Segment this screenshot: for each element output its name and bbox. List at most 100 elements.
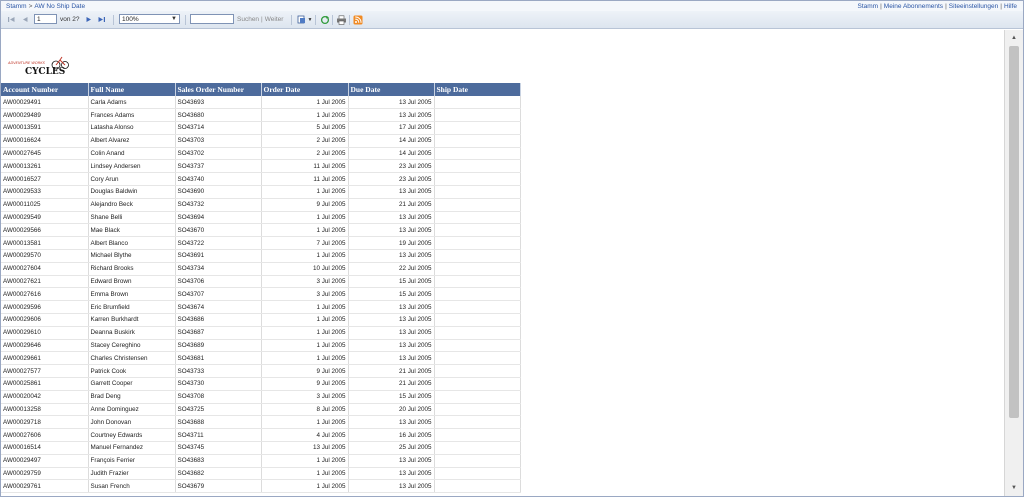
- full-name-cell: Emma Brown: [88, 287, 176, 302]
- sales-order-number-cell: SO43690: [175, 185, 262, 199]
- order-date-cell: 1 Jul 2005: [261, 326, 349, 340]
- refresh-icon[interactable]: [319, 14, 330, 25]
- full-name-cell: Courtney Edwards: [88, 428, 176, 443]
- column-header-sales-order-number[interactable]: Sales Order Number: [175, 83, 262, 96]
- top-link-subscriptions[interactable]: Meine Abonnements: [884, 3, 943, 10]
- column-header-due-date[interactable]: Due Date: [348, 83, 435, 96]
- ship-date-cell: [434, 96, 521, 110]
- order-date-cell: 2 Jul 2005: [261, 134, 349, 148]
- order-date-cell: 10 Jul 2005: [261, 262, 349, 276]
- order-date-cell: 1 Jul 2005: [261, 351, 349, 366]
- vertical-scrollbar[interactable]: ▲ ▼: [1004, 30, 1023, 496]
- order-date-cell: 11 Jul 2005: [261, 172, 349, 187]
- scrollbar-thumb[interactable]: [1009, 46, 1019, 418]
- ship-date-cell: [434, 326, 521, 340]
- column-header-account-number[interactable]: Account Number: [1, 83, 89, 96]
- table-row: AW00027606 Courtney Edwards SO43711 4 Jul 2…: [1, 428, 521, 443]
- ship-date-cell: [434, 454, 521, 468]
- sales-order-number-cell: SO43714: [175, 121, 262, 135]
- table-row: AW00029606 Karren Burkhardt SO43686 1 Jul 2…: [1, 313, 521, 327]
- table-row: AW00016514 Manuel Fernandez SO43745 13 Jul …: [1, 441, 521, 455]
- previous-page-icon[interactable]: [21, 15, 30, 24]
- ship-date-cell: [434, 287, 521, 302]
- table-row: AW00013581 Albert Blanco SO43722 7 Jul 2005…: [1, 236, 521, 251]
- order-date-cell: 13 Jul 2005: [261, 441, 349, 455]
- zoom-select[interactable]: 100% ▼: [119, 14, 180, 24]
- sales-order-number-cell: SO43682: [175, 467, 262, 481]
- sales-order-number-cell: SO43732: [175, 198, 262, 212]
- table-row: AW00013261 Lindsey Andersen SO43737 11 Jul …: [1, 159, 521, 174]
- due-date-cell: 13 Jul 2005: [348, 249, 435, 263]
- full-name-cell: Deanna Buskirk: [88, 326, 176, 340]
- due-date-cell: 13 Jul 2005: [348, 479, 435, 494]
- breadcrumb-root-link[interactable]: Stamm: [6, 3, 27, 10]
- top-link-home[interactable]: Stamm: [858, 3, 879, 10]
- page-number-input[interactable]: 1: [34, 14, 57, 24]
- column-header-full-name[interactable]: Full Name: [88, 83, 176, 96]
- column-header-order-date[interactable]: Order Date: [261, 83, 349, 96]
- full-name-cell: Eric Brumfield: [88, 300, 176, 315]
- full-name-cell: Mae Black: [88, 223, 176, 238]
- ship-date-cell: [434, 172, 521, 187]
- top-link-divider: |: [1000, 3, 1002, 10]
- ship-date-cell: [434, 185, 521, 199]
- order-date-cell: 3 Jul 2005: [261, 287, 349, 302]
- account-number-cell: AW00029596: [1, 300, 89, 315]
- table-row: AW00016527 Cory Arun SO43740 11 Jul 2005 23 …: [1, 172, 521, 187]
- sales-order-number-cell: SO43733: [175, 364, 262, 379]
- find-link[interactable]: Suchen: [237, 16, 259, 23]
- table-row: AW00029610 Deanna Buskirk SO43687 1 Jul 200…: [1, 326, 521, 340]
- full-name-cell: Karren Burkhardt: [88, 313, 176, 327]
- sales-order-number-cell: SO43706: [175, 275, 262, 289]
- top-link-site-settings[interactable]: Siteeinstellungen: [949, 3, 999, 10]
- sales-order-number-cell: SO43680: [175, 108, 262, 123]
- print-icon[interactable]: [336, 14, 347, 25]
- top-link-divider: |: [880, 3, 882, 10]
- due-date-cell: 13 Jul 2005: [348, 300, 435, 315]
- order-date-cell: 9 Jul 2005: [261, 198, 349, 212]
- sales-order-number-cell: SO43687: [175, 326, 262, 340]
- due-date-cell: 16 Jul 2005: [348, 428, 435, 443]
- page-count-label: von 2?: [60, 16, 80, 23]
- find-next-link[interactable]: Weiter: [265, 16, 284, 23]
- zoom-value: 100%: [122, 16, 139, 23]
- order-date-cell: 1 Jul 2005: [261, 96, 349, 110]
- ship-date-cell: [434, 300, 521, 315]
- breadcrumb-current-link[interactable]: AW No Ship Date: [34, 3, 85, 10]
- ship-date-cell: [434, 479, 521, 494]
- no-ship-date-table: Account Number Full Name Sales Order Num…: [1, 83, 521, 494]
- last-page-icon[interactable]: [97, 15, 106, 24]
- due-date-cell: 13 Jul 2005: [348, 211, 435, 225]
- full-name-cell: Alejandro Beck: [88, 198, 176, 212]
- next-page-icon[interactable]: [84, 15, 93, 24]
- due-date-cell: 13 Jul 2005: [348, 454, 435, 468]
- first-page-icon[interactable]: [7, 15, 16, 24]
- find-text-input[interactable]: [190, 14, 234, 24]
- column-header-ship-date[interactable]: Ship Date: [434, 83, 521, 96]
- export-dropdown-chevron-icon[interactable]: ▼: [307, 14, 313, 25]
- order-date-cell: 3 Jul 2005: [261, 390, 349, 404]
- sales-order-number-cell: SO43730: [175, 377, 262, 391]
- ship-date-cell: [434, 121, 521, 135]
- ship-date-cell: [434, 147, 521, 161]
- full-name-cell: Stacey Cereghino: [88, 339, 176, 353]
- full-name-cell: Brad Deng: [88, 390, 176, 404]
- sales-order-number-cell: SO43745: [175, 441, 262, 455]
- account-number-cell: AW00013258: [1, 403, 89, 417]
- order-date-cell: 11 Jul 2005: [261, 159, 349, 174]
- due-date-cell: 21 Jul 2005: [348, 198, 435, 212]
- scroll-down-icon[interactable]: ▼: [1005, 482, 1023, 494]
- account-number-cell: AW00029549: [1, 211, 89, 225]
- top-link-help[interactable]: Hilfe: [1004, 3, 1017, 10]
- scroll-up-icon[interactable]: ▲: [1005, 32, 1023, 44]
- atom-feed-icon[interactable]: [352, 14, 363, 25]
- order-date-cell: 1 Jul 2005: [261, 454, 349, 468]
- toolbar-divider: [315, 15, 316, 25]
- order-date-cell: 1 Jul 2005: [261, 300, 349, 315]
- account-number-cell: AW00029533: [1, 185, 89, 199]
- top-bar: Stamm > AW No Ship Date Stamm | Meine Abonne…: [1, 1, 1023, 11]
- due-date-cell: 13 Jul 2005: [348, 223, 435, 238]
- ship-date-cell: [434, 467, 521, 481]
- account-number-cell: AW00016624: [1, 134, 89, 148]
- table-row: AW00029497 François Ferrier SO43683 1 Jul 2…: [1, 454, 521, 468]
